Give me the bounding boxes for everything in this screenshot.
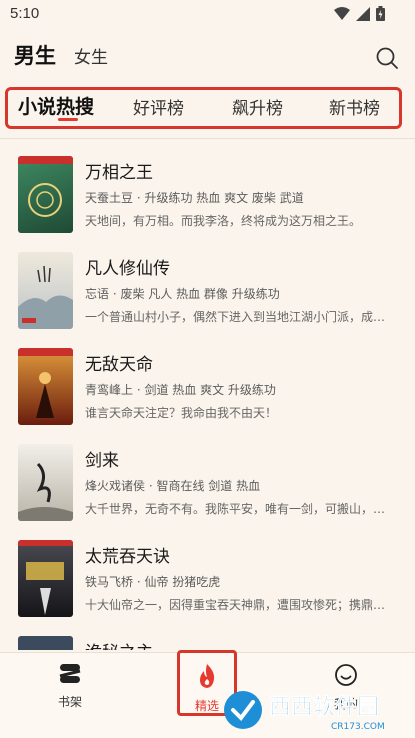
list-item[interactable]: 剑来 烽火戏诸侯 · 智商在线 剑道 热血 大千世界，无奇不有。我陈平安，唯有一… — [0, 436, 415, 532]
nav-label: 书架 — [57, 695, 82, 709]
cover-art — [18, 462, 73, 521]
gender-tabs: 男生 女生 — [14, 40, 108, 70]
tab-hot-search[interactable]: 小说热搜 — [18, 92, 94, 119]
book-meta: 忘语 · 废柴 凡人 热血 群像 升级练功 — [85, 287, 280, 301]
book-meta: 青鸾峰上 · 剑道 热血 爽文 升级练功 — [85, 383, 276, 397]
book-title: 诡秘之主 — [85, 638, 153, 650]
cover-art — [18, 265, 73, 329]
book-meta: 铁马飞桥 · 仙帝 扮猪吃虎 — [85, 575, 221, 589]
watermark-text: 西西软件园 — [269, 694, 379, 720]
signal-icon — [356, 6, 370, 21]
book-meta: 天蚕土豆 · 升级练功 热血 爽文 废柴 武道 — [85, 191, 304, 205]
nav-bookshelf[interactable]: 书架 — [40, 663, 100, 710]
book-cover[interactable] — [18, 156, 73, 233]
smiley-icon — [335, 664, 357, 686]
book-list: 万相之王 天蚕土豆 · 升级练功 热血 爽文 废柴 武道 天地间，有万相。而我李… — [0, 148, 415, 650]
book-description: 一个普通山村小子，偶然下进入到当地江湖小门派，成了一名记名弟子。 — [85, 310, 390, 324]
book-title: 无敌天命 — [85, 355, 153, 375]
book-cover[interactable] — [18, 348, 73, 425]
battery-icon — [376, 6, 385, 21]
cover-art — [18, 540, 73, 615]
search-icon[interactable] — [375, 46, 399, 70]
bookshelf-icon — [59, 664, 81, 683]
book-title: 剑来 — [85, 451, 119, 471]
cover-art — [18, 156, 73, 217]
wifi-icon — [334, 6, 350, 20]
watermark: 西西软件园 CR173.COM — [219, 686, 409, 734]
list-item[interactable]: 凡人修仙传 忘语 · 废柴 凡人 热血 群像 升级练功 一个普通山村小子，偶然下… — [0, 244, 415, 340]
tab-new-books[interactable]: 新书榜 — [329, 94, 380, 119]
tab-female[interactable]: 女生 — [74, 43, 108, 68]
status-icons — [334, 6, 385, 21]
book-title: 万相之王 — [85, 163, 153, 183]
book-description: 大千世界，无奇不有。我陈平安，唯有一剑，可搬山，倒海，降妖，镇魔。 — [85, 502, 390, 516]
list-item[interactable]: 万相之王 天蚕土豆 · 升级练功 热血 爽文 废柴 武道 天地间，有万相。而我李… — [0, 148, 415, 244]
book-description: 天地间，有万相。而我李洛，终将成为这万相之王。 — [85, 214, 362, 228]
active-tab-indicator — [58, 118, 78, 121]
tab-male[interactable]: 男生 — [14, 40, 56, 70]
status-time: 5:10 — [10, 5, 40, 22]
tab-top-rated[interactable]: 好评榜 — [133, 94, 184, 119]
flame-icon — [200, 664, 215, 688]
book-title: 凡人修仙传 — [85, 259, 170, 279]
book-cover[interactable] — [18, 636, 73, 650]
watermark-logo: 西西软件园 CR173.COM — [224, 691, 385, 732]
cover-art — [18, 348, 73, 418]
rank-tab-bar: 小说热搜 好评榜 飙升榜 新书榜 — [5, 87, 402, 129]
book-cover[interactable] — [18, 540, 73, 617]
book-description: 十大仙帝之一，因得重宝吞天神鼎，遭围攻惨死；携鼎重生。 — [85, 598, 390, 612]
list-item[interactable]: 太荒吞天诀 铁马飞桥 · 仙帝 扮猪吃虎 十大仙帝之一，因得重宝吞天神鼎，遭围攻… — [0, 532, 415, 628]
list-item[interactable]: 诡秘之主 — [0, 628, 415, 650]
divider — [0, 138, 415, 139]
tab-rising[interactable]: 飙升榜 — [232, 94, 283, 119]
watermark-sub: CR173.COM — [331, 722, 385, 732]
list-item[interactable]: 无敌天命 青鸾峰上 · 剑道 热血 爽文 升级练功 谁言天命天注定？我命由我不由… — [0, 340, 415, 436]
book-description: 谁言天命天注定？我命由我不由天！ — [85, 406, 278, 420]
book-meta: 烽火戏诸侯 · 智商在线 剑道 热血 — [85, 479, 261, 493]
book-cover[interactable] — [18, 252, 73, 329]
book-title: 太荒吞天诀 — [85, 547, 170, 567]
book-cover[interactable] — [18, 444, 73, 521]
status-bar: 5:10 — [0, 0, 415, 30]
